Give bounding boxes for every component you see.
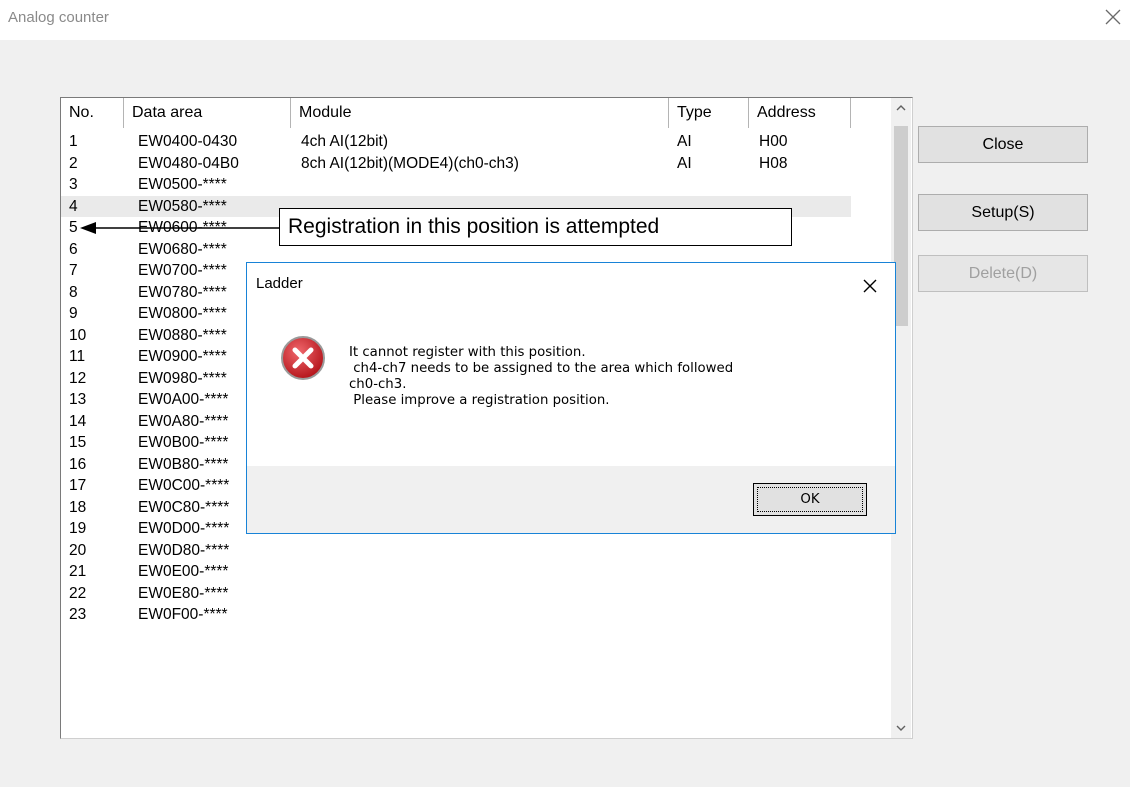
cell-no: 15 xyxy=(69,434,87,451)
cell-data-area: EW0680-**** xyxy=(138,240,227,258)
close-icon[interactable] xyxy=(1100,4,1126,30)
table-row[interactable]: 3 EW0500-**** xyxy=(61,174,891,196)
table-row[interactable]: 1 EW0400-0430 4ch AI(12bit) AI H00 xyxy=(61,131,891,153)
dialog-message-line: Please improve a registration position. xyxy=(349,393,610,408)
annotation-callout: Registration in this position is attempt… xyxy=(279,208,792,246)
scroll-up-arrow-icon[interactable] xyxy=(891,98,911,118)
cell-data-area: EW0E00-**** xyxy=(138,563,229,580)
dialog-message-line: ch4-ch7 needs to be assigned to the area… xyxy=(349,361,734,376)
cell-no: 21 xyxy=(69,563,87,580)
cell-no: 1 xyxy=(69,133,78,150)
cell-data-area: EW0E80-**** xyxy=(138,584,229,602)
cell-no: 13 xyxy=(69,391,87,408)
cell-data-area: EW0880-**** xyxy=(138,326,227,344)
dialog-title: Ladder xyxy=(256,275,303,292)
dialog-message: It cannot register with this position. c… xyxy=(349,345,869,409)
error-dialog: Ladder It cannot register with this posi… xyxy=(246,262,896,534)
dialog-message-line: ch0-ch3. xyxy=(349,377,407,392)
list-header: No. Data area Module Type Address xyxy=(61,98,891,128)
table-row[interactable]: 20 EW0D80-**** xyxy=(61,540,891,562)
cell-no: 6 xyxy=(69,240,78,258)
cell-no: 20 xyxy=(69,541,87,559)
cell-data-area: EW0C00-**** xyxy=(138,477,230,494)
cell-data-area: EW0500-**** xyxy=(138,176,227,193)
cell-type: AI xyxy=(677,133,692,150)
cell-data-area: EW0480-04B0 xyxy=(138,154,239,172)
cell-no: 16 xyxy=(69,455,87,473)
cell-no: 19 xyxy=(69,520,87,537)
callout-arrow-icon xyxy=(80,222,285,234)
window-title: Analog counter xyxy=(8,9,109,26)
cell-no: 11 xyxy=(69,348,86,365)
error-icon xyxy=(281,336,325,380)
cell-data-area: EW0C80-**** xyxy=(138,498,230,516)
table-row[interactable]: 23 EW0F00-**** xyxy=(61,604,891,626)
column-header-address[interactable]: Address xyxy=(749,98,851,128)
cell-data-area: EW0980-**** xyxy=(138,369,227,387)
cell-no: 5 xyxy=(69,219,78,236)
cell-no: 8 xyxy=(69,283,78,301)
setup-button[interactable]: Setup(S) xyxy=(918,194,1088,231)
scrollbar-thumb[interactable] xyxy=(894,126,908,326)
cell-no: 23 xyxy=(69,606,87,623)
table-row[interactable]: 22 EW0E80-**** xyxy=(61,583,891,605)
dialog-message-line: It cannot register with this position. xyxy=(349,345,586,360)
cell-data-area: EW0D80-**** xyxy=(138,541,230,559)
table-row[interactable]: 2 EW0480-04B0 8ch AI(12bit)(MODE4)(ch0-ch3… xyxy=(61,153,891,175)
cell-data-area: EW0F00-**** xyxy=(138,606,228,623)
column-header-data-area[interactable]: Data area xyxy=(124,98,291,128)
cell-data-area: EW0400-0430 xyxy=(138,133,238,150)
cell-module: 4ch AI(12bit) xyxy=(301,133,389,150)
cell-data-area: EW0B80-**** xyxy=(138,455,229,473)
cell-no: 22 xyxy=(69,584,87,602)
column-header-type[interactable]: Type xyxy=(669,98,749,128)
cell-data-area: EW0A00-**** xyxy=(138,391,229,408)
table-row[interactable]: 21 EW0E00-**** xyxy=(61,561,891,583)
cell-module: 8ch AI(12bit)(MODE4)(ch0-ch3) xyxy=(301,154,519,172)
cell-data-area: EW0700-**** xyxy=(138,262,227,279)
window-titlebar: Analog counter xyxy=(0,0,1130,40)
column-header-no[interactable]: No. xyxy=(61,98,124,128)
close-button[interactable]: Close xyxy=(918,126,1088,163)
cell-no: 12 xyxy=(69,369,87,387)
cell-no: 18 xyxy=(69,498,87,516)
cell-no: 4 xyxy=(69,197,78,215)
cell-no: 7 xyxy=(69,262,78,279)
cell-data-area: EW0780-**** xyxy=(138,283,227,301)
cell-no: 14 xyxy=(69,412,87,430)
cell-data-area: EW0D00-**** xyxy=(138,520,230,537)
close-icon[interactable] xyxy=(855,271,885,301)
cell-data-area: EW0A80-**** xyxy=(138,412,229,430)
cell-address: H00 xyxy=(759,133,788,150)
cell-no: 2 xyxy=(69,154,78,172)
cell-address: H08 xyxy=(759,154,788,172)
cell-data-area: EW0900-**** xyxy=(138,348,227,365)
cell-no: 10 xyxy=(69,326,87,344)
cell-no: 9 xyxy=(69,305,78,322)
focus-rectangle xyxy=(757,487,863,512)
cell-type: AI xyxy=(677,154,692,172)
ok-button[interactable]: OK xyxy=(753,483,867,516)
cell-no: 17 xyxy=(69,477,87,494)
dialog-footer: OK xyxy=(247,466,895,533)
cell-data-area: EW0B00-**** xyxy=(138,434,229,451)
cell-data-area: EW0580-**** xyxy=(138,197,227,215)
column-header-module[interactable]: Module xyxy=(291,98,669,128)
scroll-down-arrow-icon[interactable] xyxy=(891,718,911,738)
delete-button[interactable]: Delete(D) xyxy=(918,255,1088,292)
cell-data-area: EW0800-**** xyxy=(138,305,227,322)
cell-no: 3 xyxy=(69,176,78,193)
